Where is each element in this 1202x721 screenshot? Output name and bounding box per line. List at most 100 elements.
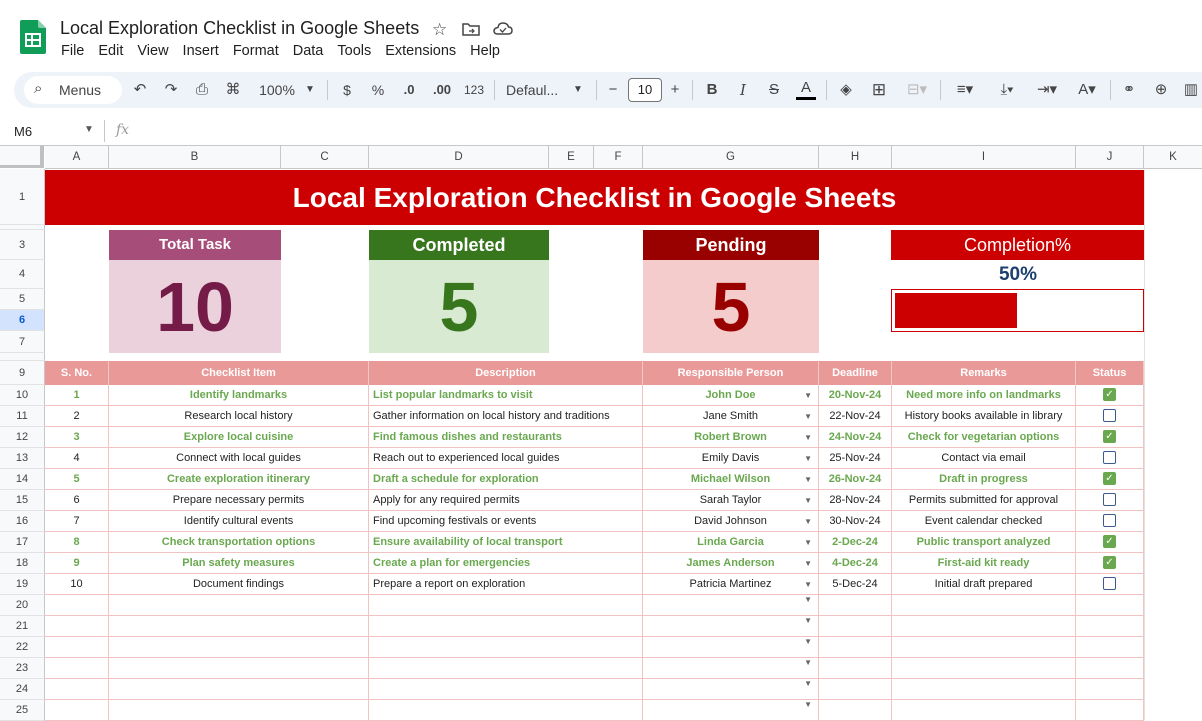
checked-checkbox-icon[interactable]: ✓ [1103,555,1116,569]
status-checkbox-cell[interactable] [1076,595,1144,616]
row-header[interactable]: 4 [0,260,45,289]
text-rotation-icon[interactable]: A▾ [1070,79,1104,101]
responsible-person-dropdown[interactable]: Sarah Taylor ▼ [643,490,819,511]
responsible-person-dropdown[interactable]: Patricia Martinez ▼ [643,574,819,595]
menu-view[interactable]: View [130,43,175,59]
zoom-select[interactable]: 100% [255,79,299,101]
dropdown-chevron-down-icon[interactable]: ▼ [804,406,812,426]
row-header[interactable]: 10 [0,385,45,406]
column-header-d[interactable]: D [369,146,549,169]
font-family-select[interactable]: Defaul... [506,79,568,101]
insert-link-icon[interactable]: ⚭ [1118,79,1140,101]
dropdown-chevron-down-icon[interactable]: ▼ [804,574,812,594]
status-checkbox-cell[interactable]: ✓ [1076,532,1144,553]
dropdown-chevron-down-icon[interactable]: ▼ [804,637,812,646]
status-checkbox-cell[interactable] [1076,511,1144,532]
dropdown-chevron-down-icon[interactable]: ▼ [804,679,812,688]
row-header[interactable]: 20 [0,595,45,616]
row-header[interactable]: 16 [0,511,45,532]
menu-file[interactable]: File [54,43,91,59]
dropdown-chevron-down-icon[interactable]: ▼ [804,658,812,667]
menu-data[interactable]: Data [286,43,331,59]
unchecked-checkbox-icon[interactable] [1103,450,1116,464]
undo-icon[interactable]: ↶ [130,79,150,101]
row-header[interactable]: 25 [0,700,45,721]
fill-color-icon[interactable]: ◈ [836,79,856,101]
bold-button[interactable]: B [703,79,721,101]
row-header[interactable]: 18 [0,553,45,574]
row-header[interactable]: 22 [0,637,45,658]
row-header[interactable]: 1 [0,169,45,225]
star-icon[interactable]: ☆ [432,20,447,40]
menu-format[interactable]: Format [226,43,286,59]
decrease-font-size-button[interactable]: − [604,79,622,101]
responsible-person-dropdown[interactable]: ▼ [643,616,819,637]
row-header[interactable]: 23 [0,658,45,679]
increase-font-size-button[interactable]: + [666,79,684,101]
merge-cells-icon[interactable]: ⊟▾ [902,79,932,101]
redo-icon[interactable]: ↷ [161,79,181,101]
responsible-person-dropdown[interactable]: ▼ [643,658,819,679]
font-chevron-down-icon[interactable]: ▼ [571,79,585,101]
move-folder-icon[interactable] [462,22,480,36]
responsible-person-dropdown[interactable]: John Doe ▼ [643,385,819,406]
unchecked-checkbox-icon[interactable] [1103,513,1116,527]
responsible-person-dropdown[interactable]: ▼ [643,637,819,658]
italic-button[interactable]: I [734,79,752,101]
unchecked-checkbox-icon[interactable] [1103,492,1116,506]
dropdown-chevron-down-icon[interactable]: ▼ [804,490,812,510]
checked-checkbox-icon[interactable]: ✓ [1103,534,1116,548]
row-header[interactable]: 14 [0,469,45,490]
text-wrapping-icon[interactable]: ⇥▾ [1030,79,1064,101]
insert-chart-icon[interactable]: ▥ [1180,79,1202,101]
decrease-decimal-button[interactable]: .0 [396,79,422,101]
status-checkbox-cell[interactable]: ✓ [1076,385,1144,406]
dropdown-chevron-down-icon[interactable]: ▼ [804,385,812,405]
zoom-chevron-down-icon[interactable]: ▼ [303,79,317,101]
column-header-a[interactable]: A [45,146,109,169]
status-checkbox-cell[interactable] [1076,448,1144,469]
column-header-i[interactable]: I [892,146,1076,169]
increase-decimal-button[interactable]: .00 [428,79,456,101]
insert-comment-icon[interactable]: ⊕ [1150,79,1172,101]
row-header[interactable]: 15 [0,490,45,511]
unchecked-checkbox-icon[interactable] [1103,408,1116,422]
dropdown-chevron-down-icon[interactable]: ▼ [804,427,812,447]
menu-help[interactable]: Help [463,43,507,59]
status-checkbox-cell[interactable] [1076,679,1144,700]
checked-checkbox-icon[interactable]: ✓ [1103,387,1116,401]
dropdown-chevron-down-icon[interactable]: ▼ [804,469,812,489]
strikethrough-button[interactable]: S [765,79,783,101]
more-formats-button[interactable]: 123 [462,79,486,101]
row-header[interactable]: 11 [0,406,45,427]
responsible-person-dropdown[interactable]: Linda Garcia ▼ [643,532,819,553]
row-header-collapsed[interactable] [0,353,45,361]
row-header[interactable]: 13 [0,448,45,469]
borders-icon[interactable]: ⊞ [869,79,889,101]
status-checkbox-cell[interactable]: ✓ [1076,553,1144,574]
responsible-person-dropdown[interactable]: Robert Brown ▼ [643,427,819,448]
row-header[interactable]: 12 [0,427,45,448]
row-header[interactable]: 21 [0,616,45,637]
row-header[interactable]: 24 [0,679,45,700]
status-checkbox-cell[interactable] [1076,406,1144,427]
dropdown-chevron-down-icon[interactable]: ▼ [804,700,812,709]
dropdown-chevron-down-icon[interactable]: ▼ [804,595,812,604]
text-color-button[interactable]: A [796,79,816,100]
horizontal-align-icon[interactable]: ≡▾ [948,79,982,101]
document-title[interactable]: Local Exploration Checklist in Google Sh… [60,18,419,39]
dropdown-chevron-down-icon[interactable]: ▼ [804,532,812,552]
checked-checkbox-icon[interactable]: ✓ [1103,429,1116,443]
responsible-person-dropdown[interactable]: ▼ [643,700,819,721]
status-checkbox-cell[interactable] [1076,700,1144,721]
sheets-logo-icon[interactable] [20,20,46,54]
status-checkbox-cell[interactable] [1076,574,1144,595]
vertical-align-icon[interactable]: ⤓▾ [990,79,1024,101]
dropdown-chevron-down-icon[interactable]: ▼ [804,616,812,625]
responsible-person-dropdown[interactable]: Emily Davis ▼ [643,448,819,469]
column-header-c[interactable]: C [281,146,369,169]
column-header-k[interactable]: K [1144,146,1202,169]
percent-format-button[interactable]: % [368,79,388,101]
print-icon[interactable]: ⎙ [192,79,212,101]
column-header-f[interactable]: F [594,146,643,169]
